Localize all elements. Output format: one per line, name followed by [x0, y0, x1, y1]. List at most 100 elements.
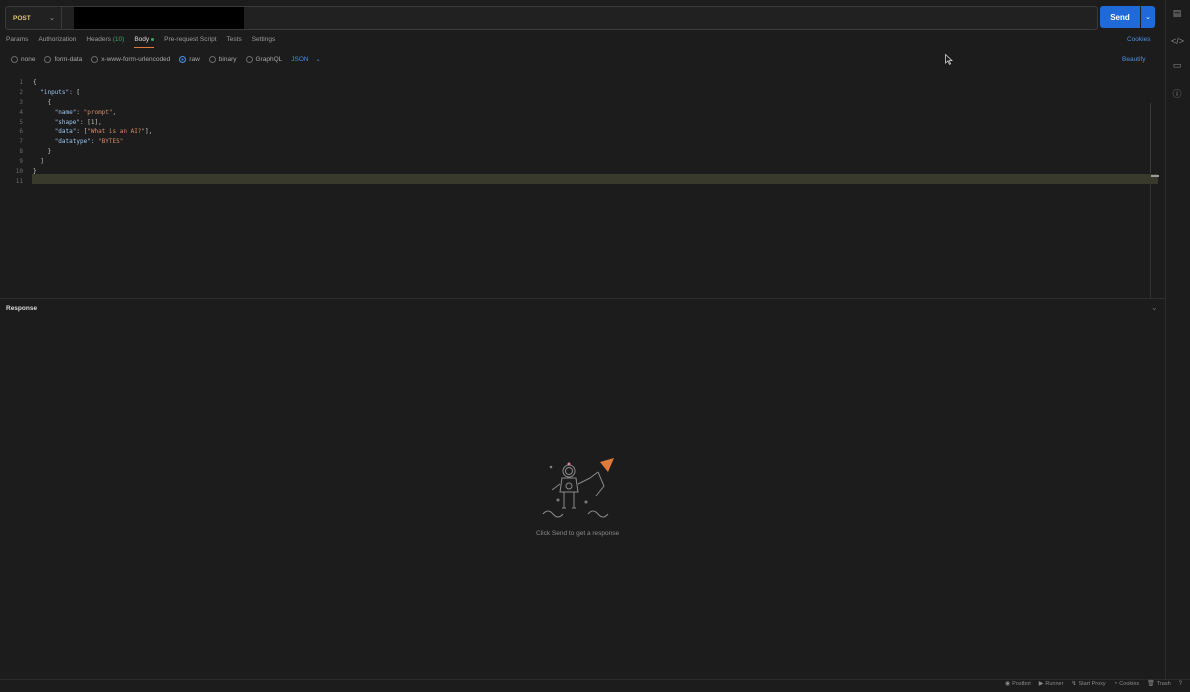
postbot-icon: ◉: [1004, 681, 1011, 687]
method-select[interactable]: POST ⌄: [6, 7, 62, 29]
cookies-link[interactable]: Cookies: [1127, 36, 1150, 43]
chevron-down-icon: ⌄: [49, 15, 55, 22]
method-label: POST: [13, 14, 31, 22]
collapse-icon[interactable]: ⌄: [1151, 303, 1158, 312]
editor-ruler: [1150, 183, 1151, 298]
radio-none[interactable]: none: [11, 56, 35, 63]
line-number: 1: [19, 79, 23, 86]
code-line[interactable]: }: [33, 147, 152, 157]
radio-icon: [11, 56, 18, 63]
proxy-icon: ↯: [1071, 681, 1077, 687]
tab-label: Pre-request Script: [164, 36, 217, 43]
code-line[interactable]: {: [33, 78, 152, 88]
body-type-selector: none form-data x-www-form-urlencoded raw…: [11, 56, 321, 63]
radio-label: binary: [218, 56, 237, 63]
cookie-icon: ◔: [1113, 680, 1118, 687]
code-line[interactable]: {: [33, 98, 152, 108]
radio-icon: [44, 56, 52, 63]
request-bar: POST ⌄: [5, 6, 1098, 30]
radio-urlencoded[interactable]: x-www-form-urlencoded: [91, 56, 170, 63]
code-line[interactable]: [33, 177, 152, 187]
radio-icon: [245, 56, 253, 63]
status-label: Cookies: [1119, 680, 1140, 687]
body-editor[interactable]: 1 2 3 4 5 6 7 8 9 10 11 { "inputs": [ { …: [0, 73, 1160, 298]
code-line[interactable]: "datatype": "BYTES": [33, 137, 152, 147]
line-number: 11: [15, 177, 23, 185]
right-sidebar: [1165, 0, 1190, 680]
mouse-cursor-icon: [945, 54, 953, 65]
comments-icon[interactable]: ▭: [1171, 60, 1183, 71]
status-label: Runner: [1045, 680, 1064, 687]
code-line[interactable]: "name": "prompt",: [33, 108, 152, 118]
code-icon[interactable]: </>: [1171, 36, 1184, 46]
radio-graphql[interactable]: GraphQL: [245, 56, 283, 63]
tab-label: Authorization: [38, 36, 77, 43]
help-button[interactable]: ?: [1179, 681, 1184, 687]
radio-label: none: [21, 56, 36, 63]
radio-icon: [208, 56, 216, 63]
documentation-icon[interactable]: ▤: [1171, 8, 1183, 19]
tab-authorization[interactable]: Authorization: [38, 36, 76, 48]
status-bar-items: ◉ Postbot ▶ Runner ↯ Start Proxy ◔ Cookies 🗑…: [1004, 680, 1184, 688]
empty-response-message: Click Send to get a response: [536, 530, 620, 537]
beautify-link[interactable]: Beautify: [1122, 56, 1146, 63]
code-line[interactable]: "inputs": [: [33, 88, 152, 98]
headers-count: (10): [112, 36, 125, 43]
tab-params[interactable]: Params: [6, 36, 28, 48]
line-number: 9: [19, 158, 23, 166]
status-label: Start Proxy: [1078, 680, 1106, 687]
chevron-down-icon: ⌄: [1145, 14, 1151, 21]
code-content[interactable]: { "inputs": [ { "name": "prompt", "shape…: [33, 78, 152, 187]
info-icon[interactable]: ⓘ: [1171, 87, 1183, 100]
code-line[interactable]: ]: [33, 157, 152, 167]
editor-scrollbar-thumb[interactable]: [1151, 175, 1159, 177]
code-line[interactable]: "data": ["What is an AI?"],: [33, 127, 153, 137]
tab-tests[interactable]: Tests: [227, 36, 242, 48]
radio-label: raw: [189, 56, 200, 63]
line-number: 6: [19, 128, 23, 136]
status-label: Trash: [1156, 680, 1171, 687]
tab-pre-request-script[interactable]: Pre-request Script: [164, 36, 216, 48]
tab-body[interactable]: Body: [134, 36, 155, 48]
current-line-highlight: [32, 174, 1158, 184]
tab-label: Body: [134, 36, 150, 43]
help-icon: ?: [1178, 680, 1182, 687]
line-number: 8: [19, 148, 23, 156]
radio-label: x-www-form-urlencoded: [101, 56, 171, 63]
request-tabs: Params Authorization Headers (10) Body P…: [6, 36, 285, 48]
line-number: 7: [19, 138, 23, 146]
tab-label: Headers: [86, 36, 111, 43]
radio-binary[interactable]: binary: [208, 56, 237, 63]
line-number-gutter: 1 2 3 4 5 6 7 8 9 10 11: [0, 78, 23, 187]
astronaut-illustration-icon: [542, 458, 614, 518]
radio-label: GraphQL: [255, 56, 283, 63]
postbot-button[interactable]: ◉ Postbot: [1004, 680, 1031, 688]
format-select[interactable]: JSON ⌄: [291, 56, 320, 63]
radio-raw[interactable]: raw: [179, 56, 200, 63]
tab-label: Tests: [226, 36, 242, 43]
code-line[interactable]: "shape": [1],: [33, 118, 152, 128]
runner-button[interactable]: ▶ Runner: [1038, 680, 1064, 688]
send-options-button[interactable]: ⌄: [1141, 6, 1155, 28]
code-line[interactable]: }: [33, 167, 152, 177]
runner-icon: ▶: [1038, 681, 1044, 687]
radio-form-data[interactable]: form-data: [44, 56, 82, 63]
modified-dot-icon: [151, 37, 155, 41]
radio-selected-icon: [179, 56, 187, 63]
tab-label: Settings: [251, 36, 276, 43]
line-number: 4: [19, 108, 23, 116]
url-input[interactable]: [74, 7, 244, 29]
status-label: Postbot: [1012, 680, 1031, 687]
trash-button[interactable]: 🗑 Trash: [1147, 680, 1171, 688]
cookies-button[interactable]: ◔ Cookies: [1114, 681, 1140, 687]
line-number: 5: [19, 118, 23, 126]
chevron-down-icon: ⌄: [315, 57, 321, 63]
start-proxy-button[interactable]: ↯ Start Proxy: [1071, 680, 1106, 688]
format-label: JSON: [291, 56, 309, 63]
tab-settings[interactable]: Settings: [252, 36, 276, 48]
panel-divider[interactable]: [0, 298, 1165, 299]
send-button[interactable]: Send: [1100, 6, 1140, 28]
tab-headers[interactable]: Headers (10): [86, 36, 124, 48]
radio-icon: [91, 56, 99, 63]
radio-label: form-data: [54, 56, 83, 63]
